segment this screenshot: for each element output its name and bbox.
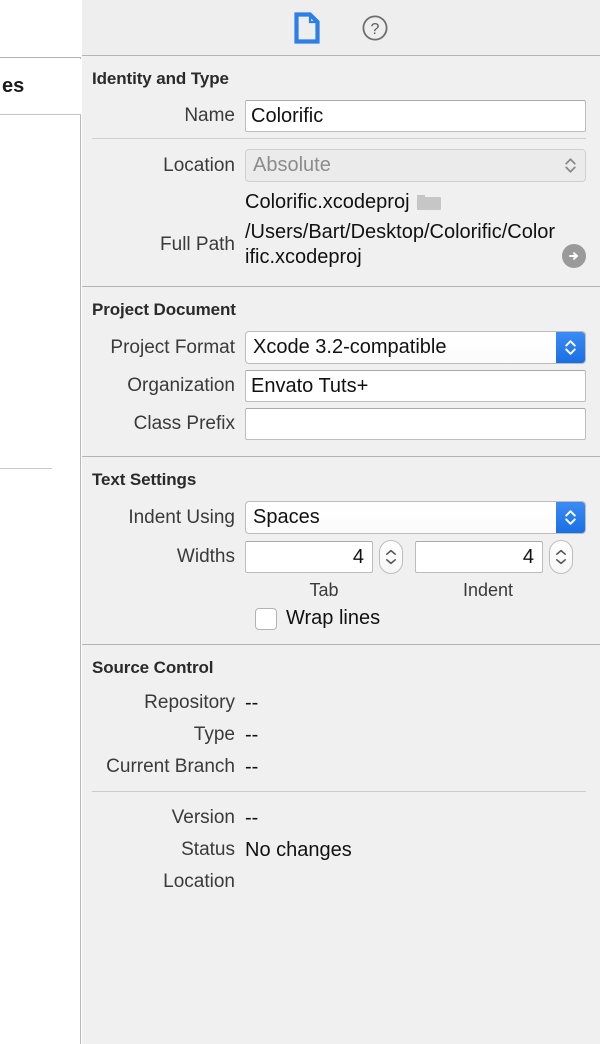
- indent-width-stepper[interactable]: [549, 540, 573, 575]
- section-text-settings: Text Settings Indent Using Spaces Widths…: [82, 457, 600, 646]
- project-format-label: Project Format: [110, 336, 235, 358]
- type-value: --: [245, 724, 259, 747]
- inspector-toolbar: ?: [82, 0, 600, 56]
- file-inspector-tab[interactable]: [290, 11, 324, 45]
- section-source-control: Source Control Repository -- Type -- Cur…: [82, 645, 600, 910]
- location-popup[interactable]: Absolute: [245, 149, 586, 182]
- sc-location-label: Location: [163, 871, 235, 893]
- row-location: Location Absolute: [82, 149, 600, 182]
- class-prefix-label: Class Prefix: [133, 413, 235, 435]
- chevron-updown-icon: [556, 150, 585, 181]
- adjacent-panel-strip: es: [0, 0, 81, 1044]
- type-label: Type: [193, 724, 235, 746]
- file-name-value: Colorific.xcodeproj: [245, 190, 410, 213]
- row-indent-using: Indent Using Spaces: [82, 501, 600, 535]
- arrow-right-icon: [569, 252, 578, 261]
- full-path-label: Full Path: [160, 234, 235, 256]
- current-branch-value: --: [245, 756, 259, 779]
- repository-label: Repository: [144, 692, 235, 714]
- indent-using-popup[interactable]: Spaces: [245, 501, 586, 535]
- adjacent-panel-header-cell: [0, 0, 81, 58]
- folder-icon[interactable]: [416, 191, 444, 213]
- full-path-value: /Users/Bart/Desktop/Colorific/Colorific.…: [245, 221, 556, 269]
- tab-width-input[interactable]: 4: [245, 541, 373, 574]
- current-branch-label: Current Branch: [106, 756, 235, 778]
- wrap-lines-checkbox[interactable]: [255, 607, 277, 630]
- row-status: Status No changes: [82, 836, 600, 864]
- chevron-updown-glyph: [565, 340, 576, 356]
- adjacent-panel-row-label: es: [2, 75, 25, 97]
- status-label: Status: [181, 839, 235, 861]
- indent-width-caption: Indent: [462, 580, 514, 601]
- tab-width-stepper[interactable]: [379, 540, 403, 575]
- class-prefix-input[interactable]: [245, 408, 586, 441]
- row-class-prefix: Class Prefix: [82, 408, 600, 441]
- chevron-updown-icon: [556, 502, 585, 534]
- chevron-updown-icon: [556, 332, 585, 364]
- quick-help-tab[interactable]: ?: [358, 11, 392, 45]
- project-format-popup[interactable]: Xcode 3.2-compatible: [245, 331, 586, 365]
- chevron-down-icon: [556, 559, 566, 565]
- widths-label: Widths: [176, 546, 235, 568]
- row-organization: Organization Envato Tuts+: [82, 370, 600, 403]
- svg-text:?: ?: [371, 21, 380, 38]
- section-identity-and-type: Identity and Type Name Colorific Locatio…: [82, 56, 600, 288]
- help-icon: ?: [362, 14, 388, 41]
- version-value: --: [245, 807, 259, 830]
- repository-value: --: [245, 692, 259, 715]
- status-value: No changes: [245, 839, 352, 862]
- version-label: Version: [171, 807, 235, 829]
- row-widths: Widths 4 4: [82, 540, 600, 575]
- adjacent-panel-row[interactable]: es: [0, 59, 81, 115]
- indent-using-label: Indent Using: [128, 506, 235, 528]
- name-label: Name: [184, 105, 235, 126]
- screen-root: es ? Identity and Type Name Colorific Lo…: [0, 0, 600, 1044]
- row-type: Type --: [82, 721, 600, 749]
- wrap-lines-label: Wrap lines: [286, 607, 381, 630]
- chevron-updown-glyph: [565, 510, 576, 526]
- folder-glyph: [416, 194, 441, 210]
- document-icon: [294, 11, 320, 44]
- adjacent-panel-divider: [0, 468, 52, 469]
- section-title-project-document: Project Document: [92, 300, 236, 320]
- row-project-format: Project Format Xcode 3.2-compatible: [82, 331, 600, 365]
- widths-captions: Tab Indent: [82, 580, 600, 601]
- row-name: Name Colorific: [82, 100, 600, 132]
- row-repository: Repository --: [82, 689, 600, 717]
- project-format-value: Xcode 3.2-compatible: [253, 336, 447, 359]
- name-input[interactable]: Colorific: [245, 100, 586, 132]
- tab-width-caption: Tab: [309, 580, 339, 601]
- organization-label: Organization: [127, 375, 235, 397]
- row-current-branch: Current Branch --: [82, 753, 600, 781]
- chevron-up-icon: [556, 550, 566, 556]
- row-file-name: Colorific.xcodeproj: [82, 188, 600, 216]
- section-title-source-control: Source Control: [92, 658, 214, 678]
- identity-inner-divider: [92, 138, 586, 139]
- indent-using-value: Spaces: [253, 506, 320, 529]
- row-full-path: Full Path /Users/Bart/Desktop/Colorific/…: [82, 220, 600, 270]
- row-wrap-lines[interactable]: Wrap lines: [82, 607, 600, 630]
- section-title-identity: Identity and Type: [92, 69, 229, 88]
- row-version: Version --: [82, 804, 600, 832]
- chevron-updown-glyph: [565, 158, 576, 173]
- location-label: Location: [163, 154, 235, 176]
- full-path-block: /Users/Bart/Desktop/Colorific/Colorific.…: [245, 220, 586, 270]
- section-project-document: Project Document Project Format Xcode 3.…: [82, 287, 600, 458]
- indent-width-input[interactable]: 4: [415, 541, 543, 574]
- file-inspector-panel: ? Identity and Type Name Colorific Locat…: [82, 0, 600, 1044]
- section-title-text-settings: Text Settings: [92, 470, 197, 490]
- source-control-inner-divider: [92, 791, 586, 793]
- location-popup-value: Absolute: [253, 154, 331, 176]
- reveal-in-finder-button[interactable]: [562, 244, 586, 269]
- organization-input[interactable]: Envato Tuts+: [245, 370, 586, 403]
- chevron-up-icon: [386, 550, 396, 556]
- chevron-down-icon: [386, 559, 396, 565]
- row-sc-location: Location: [82, 868, 600, 896]
